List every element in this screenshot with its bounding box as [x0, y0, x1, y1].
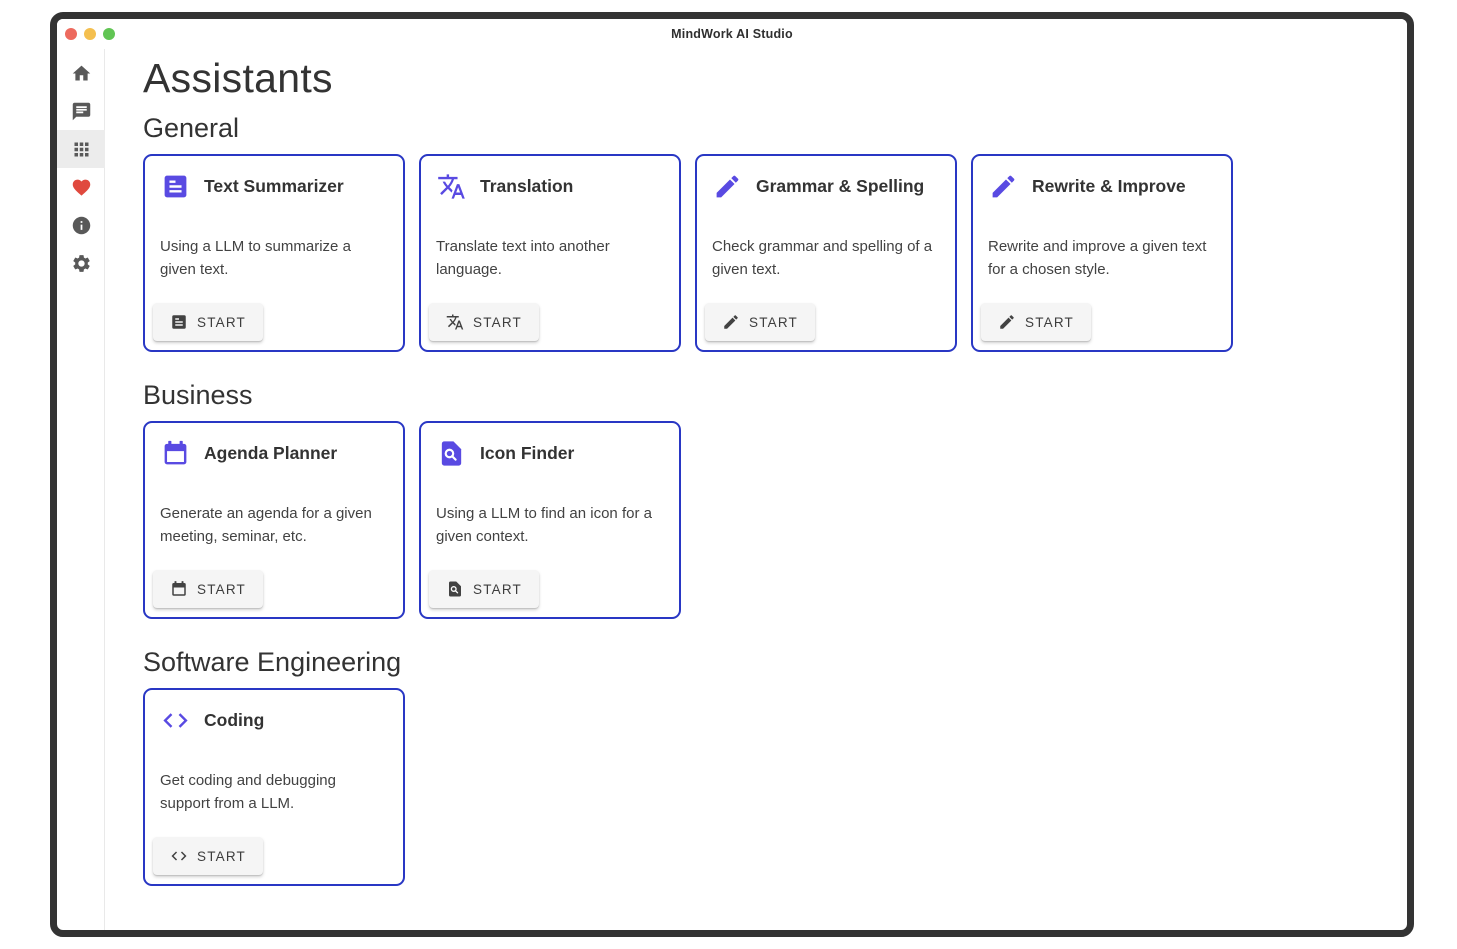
start-button-label: START [473, 582, 522, 597]
maximize-window-button[interactable] [103, 28, 115, 40]
start-button-label: START [197, 582, 246, 597]
start-button[interactable]: START [429, 303, 539, 341]
start-button[interactable]: START [153, 837, 263, 875]
card-description: Get coding and debugging support from a … [160, 770, 383, 815]
code-icon [170, 847, 188, 865]
start-button-label: START [473, 315, 522, 330]
calendar-icon [161, 439, 190, 468]
assistant-card-agenda-planner[interactable]: Agenda Planner Generate an agenda for a … [143, 421, 405, 619]
info-icon [71, 215, 92, 236]
card-title: Coding [204, 710, 264, 731]
find-icon-icon [446, 580, 464, 598]
sections-container: General Text Summarizer Using a LLM to s… [143, 111, 1407, 886]
start-button-label: START [1025, 315, 1074, 330]
card-description: Translate text into another language. [436, 236, 659, 281]
sidebar-item-chats[interactable] [57, 92, 105, 130]
edit-icon [713, 172, 742, 201]
start-button-label: START [197, 849, 246, 864]
translate-icon [446, 313, 464, 331]
card-row: Agenda Planner Generate an agenda for a … [143, 421, 1407, 619]
assistant-section: Business Agenda Planner Generate an agen… [143, 378, 1407, 619]
translate-icon [437, 172, 466, 201]
window-title: MindWork AI Studio [671, 27, 793, 41]
home-icon [71, 63, 92, 84]
assistant-card-text-summarizer[interactable]: Text Summarizer Using a LLM to summarize… [143, 154, 405, 352]
app-window: MindWork AI Studio Assistants General Te… [50, 12, 1414, 937]
article-icon [161, 172, 190, 201]
heart-icon [71, 177, 92, 198]
minimize-window-button[interactable] [84, 28, 96, 40]
section-heading: Software Engineering [143, 645, 1407, 679]
chat-icon [71, 101, 92, 122]
card-description: Rewrite and improve a given text for a c… [988, 236, 1211, 281]
edit-icon [722, 313, 740, 331]
assistant-card-translation[interactable]: Translation Translate text into another … [419, 154, 681, 352]
card-description: Check grammar and spelling of a given te… [712, 236, 935, 281]
card-title: Agenda Planner [204, 443, 337, 464]
card-row: Text Summarizer Using a LLM to summarize… [143, 154, 1407, 352]
sidebar-item-about[interactable] [57, 206, 105, 244]
main-content: Assistants General Text Summarizer Using… [105, 49, 1407, 930]
edit-icon [998, 313, 1016, 331]
card-description: Using a LLM to find an icon for a given … [436, 503, 659, 548]
card-description: Using a LLM to summarize a given text. [160, 236, 383, 281]
settings-icon [71, 253, 92, 274]
sidebar-item-settings[interactable] [57, 244, 105, 282]
card-header: Rewrite & Improve [989, 172, 1221, 201]
card-header: Coding [161, 706, 393, 735]
assistant-section: General Text Summarizer Using a LLM to s… [143, 111, 1407, 352]
card-description: Generate an agenda for a given meeting, … [160, 503, 383, 548]
section-heading: General [143, 111, 1407, 145]
sidebar-item-favorites[interactable] [57, 168, 105, 206]
card-header: Text Summarizer [161, 172, 393, 201]
card-header: Icon Finder [437, 439, 669, 468]
sidebar-item-home[interactable] [57, 54, 105, 92]
start-button[interactable]: START [981, 303, 1091, 341]
apps-icon [71, 139, 92, 160]
sidebar-item-assistants[interactable] [57, 130, 105, 168]
app-body: Assistants General Text Summarizer Using… [57, 49, 1407, 930]
card-header: Agenda Planner [161, 439, 393, 468]
assistant-card-coding[interactable]: Coding Get coding and debugging support … [143, 688, 405, 886]
card-header: Translation [437, 172, 669, 201]
title-bar: MindWork AI Studio [57, 19, 1407, 49]
start-button-label: START [749, 315, 798, 330]
section-heading: Business [143, 378, 1407, 412]
card-title: Text Summarizer [204, 176, 344, 197]
start-button-label: START [197, 315, 246, 330]
sidebar [57, 49, 105, 930]
edit-icon [989, 172, 1018, 201]
card-row: Coding Get coding and debugging support … [143, 688, 1407, 886]
code-icon [161, 706, 190, 735]
close-window-button[interactable] [65, 28, 77, 40]
calendar-icon [170, 580, 188, 598]
assistant-card-icon-finder[interactable]: Icon Finder Using a LLM to find an icon … [419, 421, 681, 619]
card-title: Icon Finder [480, 443, 574, 464]
article-icon [170, 313, 188, 331]
find-icon-icon [437, 439, 466, 468]
card-title: Rewrite & Improve [1032, 176, 1186, 197]
start-button[interactable]: START [153, 303, 263, 341]
assistant-card-rewrite-improve[interactable]: Rewrite & Improve Rewrite and improve a … [971, 154, 1233, 352]
assistant-card-grammar-spelling[interactable]: Grammar & Spelling Check grammar and spe… [695, 154, 957, 352]
card-title: Translation [480, 176, 573, 197]
card-header: Grammar & Spelling [713, 172, 945, 201]
start-button[interactable]: START [429, 570, 539, 608]
start-button[interactable]: START [705, 303, 815, 341]
assistant-section: Software Engineering Coding Get coding a… [143, 645, 1407, 886]
page-title: Assistants [143, 55, 1407, 101]
start-button[interactable]: START [153, 570, 263, 608]
window-controls [65, 28, 115, 40]
card-title: Grammar & Spelling [756, 176, 924, 197]
